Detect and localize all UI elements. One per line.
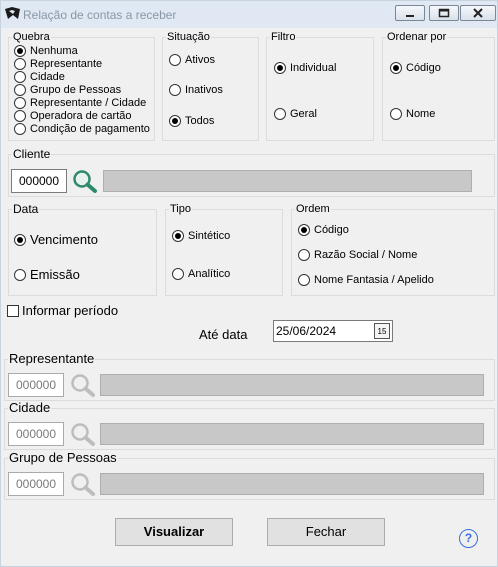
radio-selected-icon xyxy=(390,62,402,74)
restore-button[interactable] xyxy=(429,5,459,21)
ordem-option-codigo[interactable]: Código xyxy=(298,224,349,236)
quebra-option-operadora-cartao[interactable]: Operadora de cartão xyxy=(14,110,132,122)
ordenar-group: Ordenar por xyxy=(382,31,495,141)
visualizar-button[interactable]: Visualizar xyxy=(115,518,233,546)
quebra-option-grupo-pessoas[interactable]: Grupo de Pessoas xyxy=(14,84,121,96)
radio-icon xyxy=(14,84,26,96)
radio-selected-icon xyxy=(169,115,181,127)
ate-data-label: Até data xyxy=(199,327,248,342)
tipo-option-analitico[interactable]: Analítico xyxy=(172,268,230,280)
ordem-legend: Ordem xyxy=(296,203,330,215)
filtro-legend: Filtro xyxy=(271,31,296,43)
quebra-option-nenhuma[interactable]: Nenhuma xyxy=(14,45,78,57)
cidade-code-input[interactable]: 000000 xyxy=(8,422,64,446)
quebra-option-cidade[interactable]: Cidade xyxy=(14,71,65,83)
radio-icon xyxy=(14,110,26,122)
filtro-option-geral[interactable]: Geral xyxy=(274,108,317,120)
data-option-emissao[interactable]: Emissão xyxy=(14,267,80,282)
ate-data-input[interactable]: 25/06/2024 15 xyxy=(273,320,393,342)
radio-icon xyxy=(14,268,26,281)
cidade-name-field xyxy=(100,423,484,445)
radio-selected-icon xyxy=(298,224,310,236)
radio-icon xyxy=(298,249,310,261)
cidade-search-icon[interactable] xyxy=(70,422,96,446)
data-group: Data xyxy=(8,203,157,296)
cliente-legend: Cliente xyxy=(13,147,51,161)
grupo-pessoas-name-field xyxy=(100,473,484,495)
minimize-icon xyxy=(406,15,414,17)
radio-selected-icon xyxy=(14,233,26,246)
radio-icon xyxy=(14,97,26,109)
radio-selected-icon xyxy=(14,45,26,57)
cliente-search-icon[interactable] xyxy=(72,169,98,193)
filtro-group: Filtro xyxy=(266,31,374,141)
radio-selected-icon xyxy=(172,230,184,242)
radio-icon xyxy=(298,274,310,286)
radio-icon xyxy=(14,123,26,135)
radio-icon xyxy=(390,108,402,120)
data-legend: Data xyxy=(13,202,39,216)
minimize-button[interactable] xyxy=(395,5,425,21)
cliente-code-input[interactable]: 000000 xyxy=(11,169,67,193)
title-bar: Relação de contas a receber xyxy=(1,1,497,28)
cidade-legend: Cidade xyxy=(9,400,51,415)
situacao-option-ativos[interactable]: Ativos xyxy=(169,54,215,66)
ordenar-legend: Ordenar por xyxy=(387,31,447,43)
ordenar-option-nome[interactable]: Nome xyxy=(390,108,435,120)
fechar-button[interactable]: Fechar xyxy=(267,518,385,546)
ordenar-option-codigo[interactable]: Código xyxy=(390,62,441,74)
representante-search-icon[interactable] xyxy=(70,373,96,397)
close-icon xyxy=(473,8,483,18)
radio-icon xyxy=(14,71,26,83)
representante-name-field xyxy=(100,374,484,396)
informar-periodo-label: Informar período xyxy=(22,303,119,318)
help-icon[interactable]: ? xyxy=(459,529,478,548)
grupo-pessoas-code-input[interactable]: 000000 xyxy=(8,472,64,496)
radio-selected-icon xyxy=(274,62,286,74)
situacao-option-todos[interactable]: Todos xyxy=(169,115,214,127)
situacao-option-inativos[interactable]: Inativos xyxy=(169,84,223,96)
ordem-option-razao-social[interactable]: Razão Social / Nome xyxy=(298,249,417,261)
close-button[interactable] xyxy=(460,5,496,21)
quebra-option-representante-cidade[interactable]: Representante / Cidade xyxy=(14,97,146,109)
grupo-pessoas-legend: Grupo de Pessoas xyxy=(9,450,117,465)
app-logo-icon xyxy=(5,7,20,19)
informar-periodo-checkbox[interactable] xyxy=(7,305,19,317)
quebra-option-condicao-pagamento[interactable]: Condição de pagamento xyxy=(14,123,150,135)
radio-icon xyxy=(169,54,181,66)
cliente-name-field xyxy=(103,170,472,192)
grupo-pessoas-search-icon[interactable] xyxy=(70,472,96,496)
filtro-option-individual[interactable]: Individual xyxy=(274,62,336,74)
window-title: Relação de contas a receber xyxy=(23,8,177,22)
tipo-legend: Tipo xyxy=(170,203,191,215)
report-window: Relação de contas a receber Quebra Nenhu… xyxy=(0,0,498,567)
data-option-vencimento[interactable]: Vencimento xyxy=(14,232,98,247)
ate-data-value: 25/06/2024 xyxy=(276,324,337,338)
radio-icon xyxy=(14,58,26,70)
radio-icon xyxy=(274,108,286,120)
representante-legend: Representante xyxy=(9,351,95,366)
quebra-legend: Quebra xyxy=(13,31,50,43)
restore-icon xyxy=(438,8,450,18)
calendar-icon[interactable]: 15 xyxy=(374,323,390,339)
situacao-legend: Situação xyxy=(167,31,210,43)
tipo-option-sintetico[interactable]: Sintético xyxy=(172,230,230,242)
radio-icon xyxy=(172,268,184,280)
radio-icon xyxy=(169,84,181,96)
tipo-group: Tipo xyxy=(165,203,283,296)
representante-code-input[interactable]: 000000 xyxy=(8,373,64,397)
quebra-option-representante[interactable]: Representante xyxy=(14,58,102,70)
ordem-option-nome-fantasia[interactable]: Nome Fantasia / Apelido xyxy=(298,274,434,286)
